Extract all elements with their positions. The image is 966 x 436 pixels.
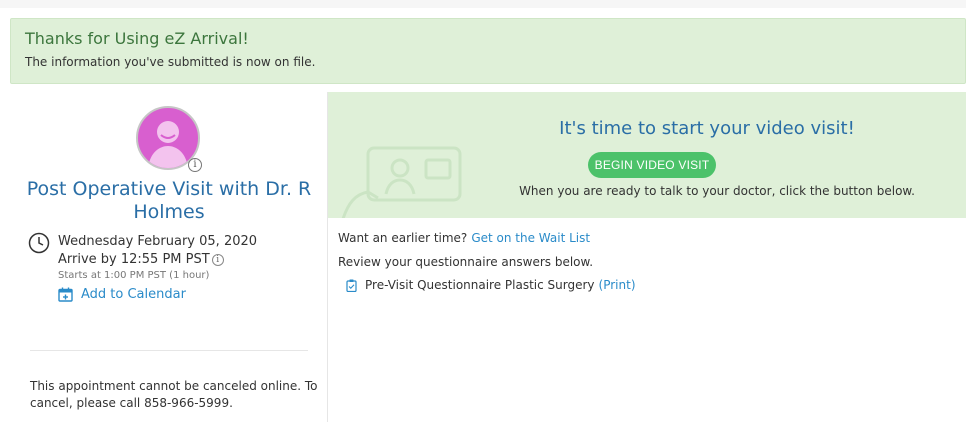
earlier-time-prompt: Want an earlier time? [338,231,468,245]
wait-list-row: Want an earlier time? Get on the Wait Lis… [338,230,958,246]
info-icon[interactable]: i [188,158,202,172]
info-icon[interactable]: i [211,253,224,266]
calendar-add-icon [58,287,73,302]
wait-list-link[interactable]: Get on the Wait List [471,231,590,245]
video-call-illustration [341,146,462,218]
banner-message: The information you've submitted is now … [25,55,316,69]
provider-avatar: i [136,106,202,172]
clock-icon [28,232,50,254]
success-banner: Thanks for Using eZ Arrival! The informa… [10,18,966,84]
video-visit-note: When you are ready to talk to your docto… [519,184,915,198]
banner-title: Thanks for Using eZ Arrival! [25,29,249,48]
add-to-calendar-label: Add to Calendar [81,287,186,302]
video-visit-panel: It's time to start your video visit! BEG… [328,92,966,218]
questionnaire-name: Pre-Visit Questionnaire Plastic Surgery [365,278,595,292]
visit-title: Post Operative Visit with Dr. R Holmes [26,178,312,223]
clipboard-icon [346,279,357,292]
video-visit-heading: It's time to start your video visit! [559,118,855,139]
add-to-calendar-link[interactable]: Add to Calendar [58,287,318,302]
begin-video-visit-button[interactable]: BEGIN VIDEO VISIT [588,152,716,178]
appointment-panel: i Post Operative Visit with Dr. R Holmes… [10,92,328,422]
cancel-note: This appointment cannot be canceled onli… [30,379,318,410]
questionnaire-item: Pre-Visit Questionnaire Plastic Surgery (… [338,278,958,292]
visit-actions: Want an earlier time? Get on the Wait Lis… [338,230,958,292]
section-divider [30,350,308,351]
starts-at-text: Starts at 1:00 PM PST (1 hour) [58,270,210,281]
print-link[interactable]: (Print) [599,278,636,292]
arrive-by-row: Arrive by 12:55 PM PST i [58,251,318,268]
top-strip [0,0,966,8]
review-text: Review your questionnaire answers below. [338,255,594,269]
arrive-by-text: Arrive by 12:55 PM PST [58,252,210,267]
appointment-date: Wednesday February 05, 2020 [58,234,258,249]
